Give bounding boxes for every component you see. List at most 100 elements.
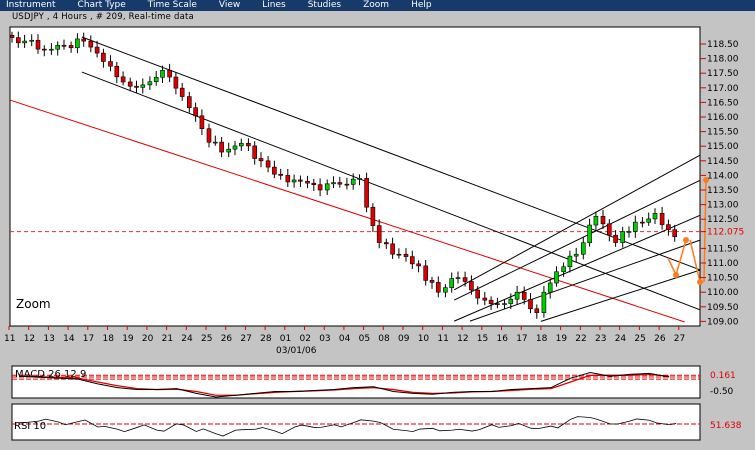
candle [620,231,626,243]
price-tick-label: 118.00 [707,55,739,65]
candle [606,223,612,236]
candle [600,215,606,225]
candle [652,213,658,220]
candle [88,40,94,48]
candle [455,277,461,279]
candle [81,38,86,42]
candle [613,234,618,243]
date-tick-label: 19 [122,334,134,344]
candle [547,282,553,293]
candle [344,183,350,186]
candle [291,179,297,183]
candle [278,173,284,176]
candle [167,69,172,78]
candle [514,291,520,300]
candle [120,76,126,83]
candle [364,178,369,208]
candle [147,81,153,86]
date-tick-label: 17 [516,334,527,344]
macd-title: MACD 26 12 9 [15,369,86,380]
price-panel[interactable] [9,26,701,327]
candle [403,253,409,257]
candle [640,221,645,224]
candle [61,45,67,47]
macd-panel[interactable] [11,365,701,399]
date-tick-label: 11 [4,334,15,344]
date-tick-label: 10 [418,334,430,344]
price-tick-label: 113.00 [707,201,739,211]
candle [383,242,389,245]
candle [416,263,421,267]
date-tick-label: 27 [674,334,685,344]
candle [357,178,362,180]
price-tick-label: 109.50 [707,303,739,313]
price-tick-label: 111.50 [707,244,739,254]
chart-canvas[interactable]: 118.50 118.00 117.50 117.00 116.50 116.00 115.… [0,0,755,450]
candle [370,206,376,226]
date-tick-label: 18 [536,334,548,344]
candle [239,142,244,147]
candle [573,253,579,257]
date-tick-label: 17 [83,334,94,344]
candle [199,115,205,129]
candle [435,282,441,293]
candle [41,48,47,51]
price-tick-label: 116.50 [707,98,739,108]
candle [68,45,74,49]
zoom-label[interactable]: Zoom [16,297,51,311]
candle [469,281,474,291]
candle [475,289,481,299]
candle [672,229,678,238]
candle [541,291,547,313]
candle [213,141,218,144]
price-tick-label: 111.00 [707,259,739,269]
candle [659,213,665,225]
date-tick-label: 09 [398,334,410,344]
candle [561,266,566,273]
candle [324,183,330,191]
candle [285,175,291,183]
candle [252,145,257,159]
candle [101,52,106,62]
price-tick-label: 116.00 [707,113,739,123]
candle [528,299,533,310]
price-tick-label: 115.00 [707,142,739,152]
date-tick-label: 18 [103,334,115,344]
candle [173,76,179,89]
macd-value-label: 0.161 [710,371,736,381]
candle [9,34,15,38]
arrow-head-icon [697,279,703,285]
candle [134,85,139,88]
candle [462,277,468,282]
candle [108,61,113,67]
candle [179,87,185,97]
candle [593,215,599,226]
price-tick-label: 110.50 [707,274,739,284]
candle [587,224,592,243]
candle [298,179,303,182]
candle [376,225,382,243]
candle [331,182,336,185]
date-tick-label: 20 [142,334,154,344]
candle [443,287,448,293]
date-tick-label: 01 [280,334,291,344]
date-tick-label: 12 [457,334,468,344]
candle [495,303,500,305]
candle [409,256,415,265]
date-tick-label: 11 [437,334,448,344]
candle [567,255,573,268]
candle [423,265,429,281]
date-tick-label: 26 [221,334,233,344]
candle [534,308,540,313]
price-tick-label: 114.00 [707,171,739,181]
candle [626,231,632,233]
candle [311,182,317,186]
price-tick-label: 115.50 [707,128,739,138]
price-tick-label: 117.50 [707,69,739,79]
candle [153,77,159,83]
date-tick-label: 26 [654,334,666,344]
candle [160,69,165,78]
date-tick-label: 12 [24,334,35,344]
candle [632,221,638,232]
candle [127,81,133,87]
